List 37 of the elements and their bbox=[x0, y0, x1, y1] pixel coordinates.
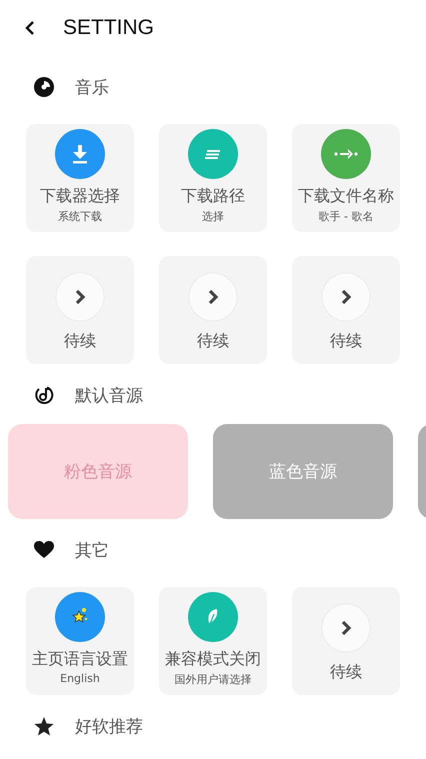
setting-tile[interactable]: 待续 bbox=[159, 256, 267, 364]
chevron-icon bbox=[55, 272, 105, 322]
section-title: 好软推荐 bbox=[75, 716, 143, 738]
section-title: 音乐 bbox=[75, 76, 109, 98]
setting-tile[interactable]: 下载路径 选择 bbox=[159, 124, 267, 232]
tile-title: 待续 bbox=[330, 661, 362, 683]
tile-subtitle: English bbox=[60, 672, 100, 685]
chevron-icon bbox=[321, 603, 371, 653]
setting-tile[interactable]: 主页语言设置 English bbox=[26, 587, 134, 695]
section-title: 其它 bbox=[75, 540, 109, 562]
chevron-icon bbox=[321, 272, 371, 322]
setting-tile[interactable]: 下载器选择 系统下载 bbox=[26, 124, 134, 232]
tile-title: 待续 bbox=[197, 330, 229, 352]
tile-title: 待续 bbox=[330, 330, 362, 352]
back-icon[interactable] bbox=[25, 20, 35, 36]
star-icon bbox=[34, 716, 54, 736]
tile-subtitle: 系统下载 bbox=[58, 209, 102, 224]
tile-title: 下载文件名称 bbox=[298, 185, 394, 207]
tile-title: 兼容模式关闭 bbox=[165, 648, 261, 670]
disc-icon bbox=[34, 77, 54, 97]
setting-tile[interactable]: 待续 bbox=[292, 587, 400, 695]
chevron-icon bbox=[188, 272, 238, 322]
tile-subtitle: 国外用户请选择 bbox=[174, 672, 252, 687]
setting-tile[interactable]: 兼容模式关闭 国外用户请选择 bbox=[159, 587, 267, 695]
page-title: SETTING bbox=[63, 16, 154, 40]
tile-title: 下载路径 bbox=[181, 185, 245, 207]
tile-title: 主页语言设置 bbox=[32, 648, 128, 670]
section-title: 默认音源 bbox=[75, 384, 143, 406]
setting-tile[interactable]: 待续 bbox=[26, 256, 134, 364]
music-note-icon bbox=[34, 385, 54, 405]
tile-title: 下载器选择 bbox=[40, 185, 120, 207]
heart-icon bbox=[34, 541, 54, 559]
tile-title: 待续 bbox=[64, 330, 96, 352]
tile-subtitle: 歌手 - 歌名 bbox=[318, 209, 374, 224]
setting-tile[interactable]: 待续 bbox=[292, 256, 400, 364]
setting-tile[interactable]: 下载文件名称 歌手 - 歌名 bbox=[292, 124, 400, 232]
tile-subtitle: 选择 bbox=[202, 209, 224, 224]
